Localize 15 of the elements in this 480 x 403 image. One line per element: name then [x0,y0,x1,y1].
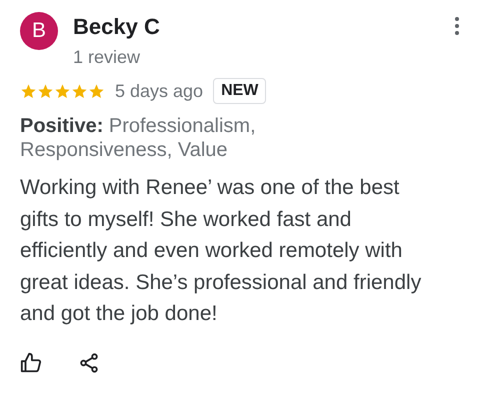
star-icon [37,82,54,100]
share-icon[interactable] [78,352,100,374]
star-icon [20,82,37,100]
author-name[interactable]: Becky C [73,12,160,42]
review-count: 1 review [73,46,142,69]
review-time: 5 days ago [115,80,204,102]
star-icon [71,82,88,100]
thumbs-up-icon[interactable] [20,352,42,374]
new-badge: NEW [213,78,266,104]
star-icon [88,82,105,100]
avatar[interactable]: B [20,12,58,50]
review-text: Working with Renee’ was one of the best gifts to myself! She worked fast and efficiently and even worked remotely with great ideas. She’s professional and friendly and got the job done! [20,175,422,327]
star-icon [54,82,71,100]
review-highlights: Positive: Professionalism, Responsiveness, Value [20,114,257,162]
more-options-icon[interactable] [454,16,460,36]
